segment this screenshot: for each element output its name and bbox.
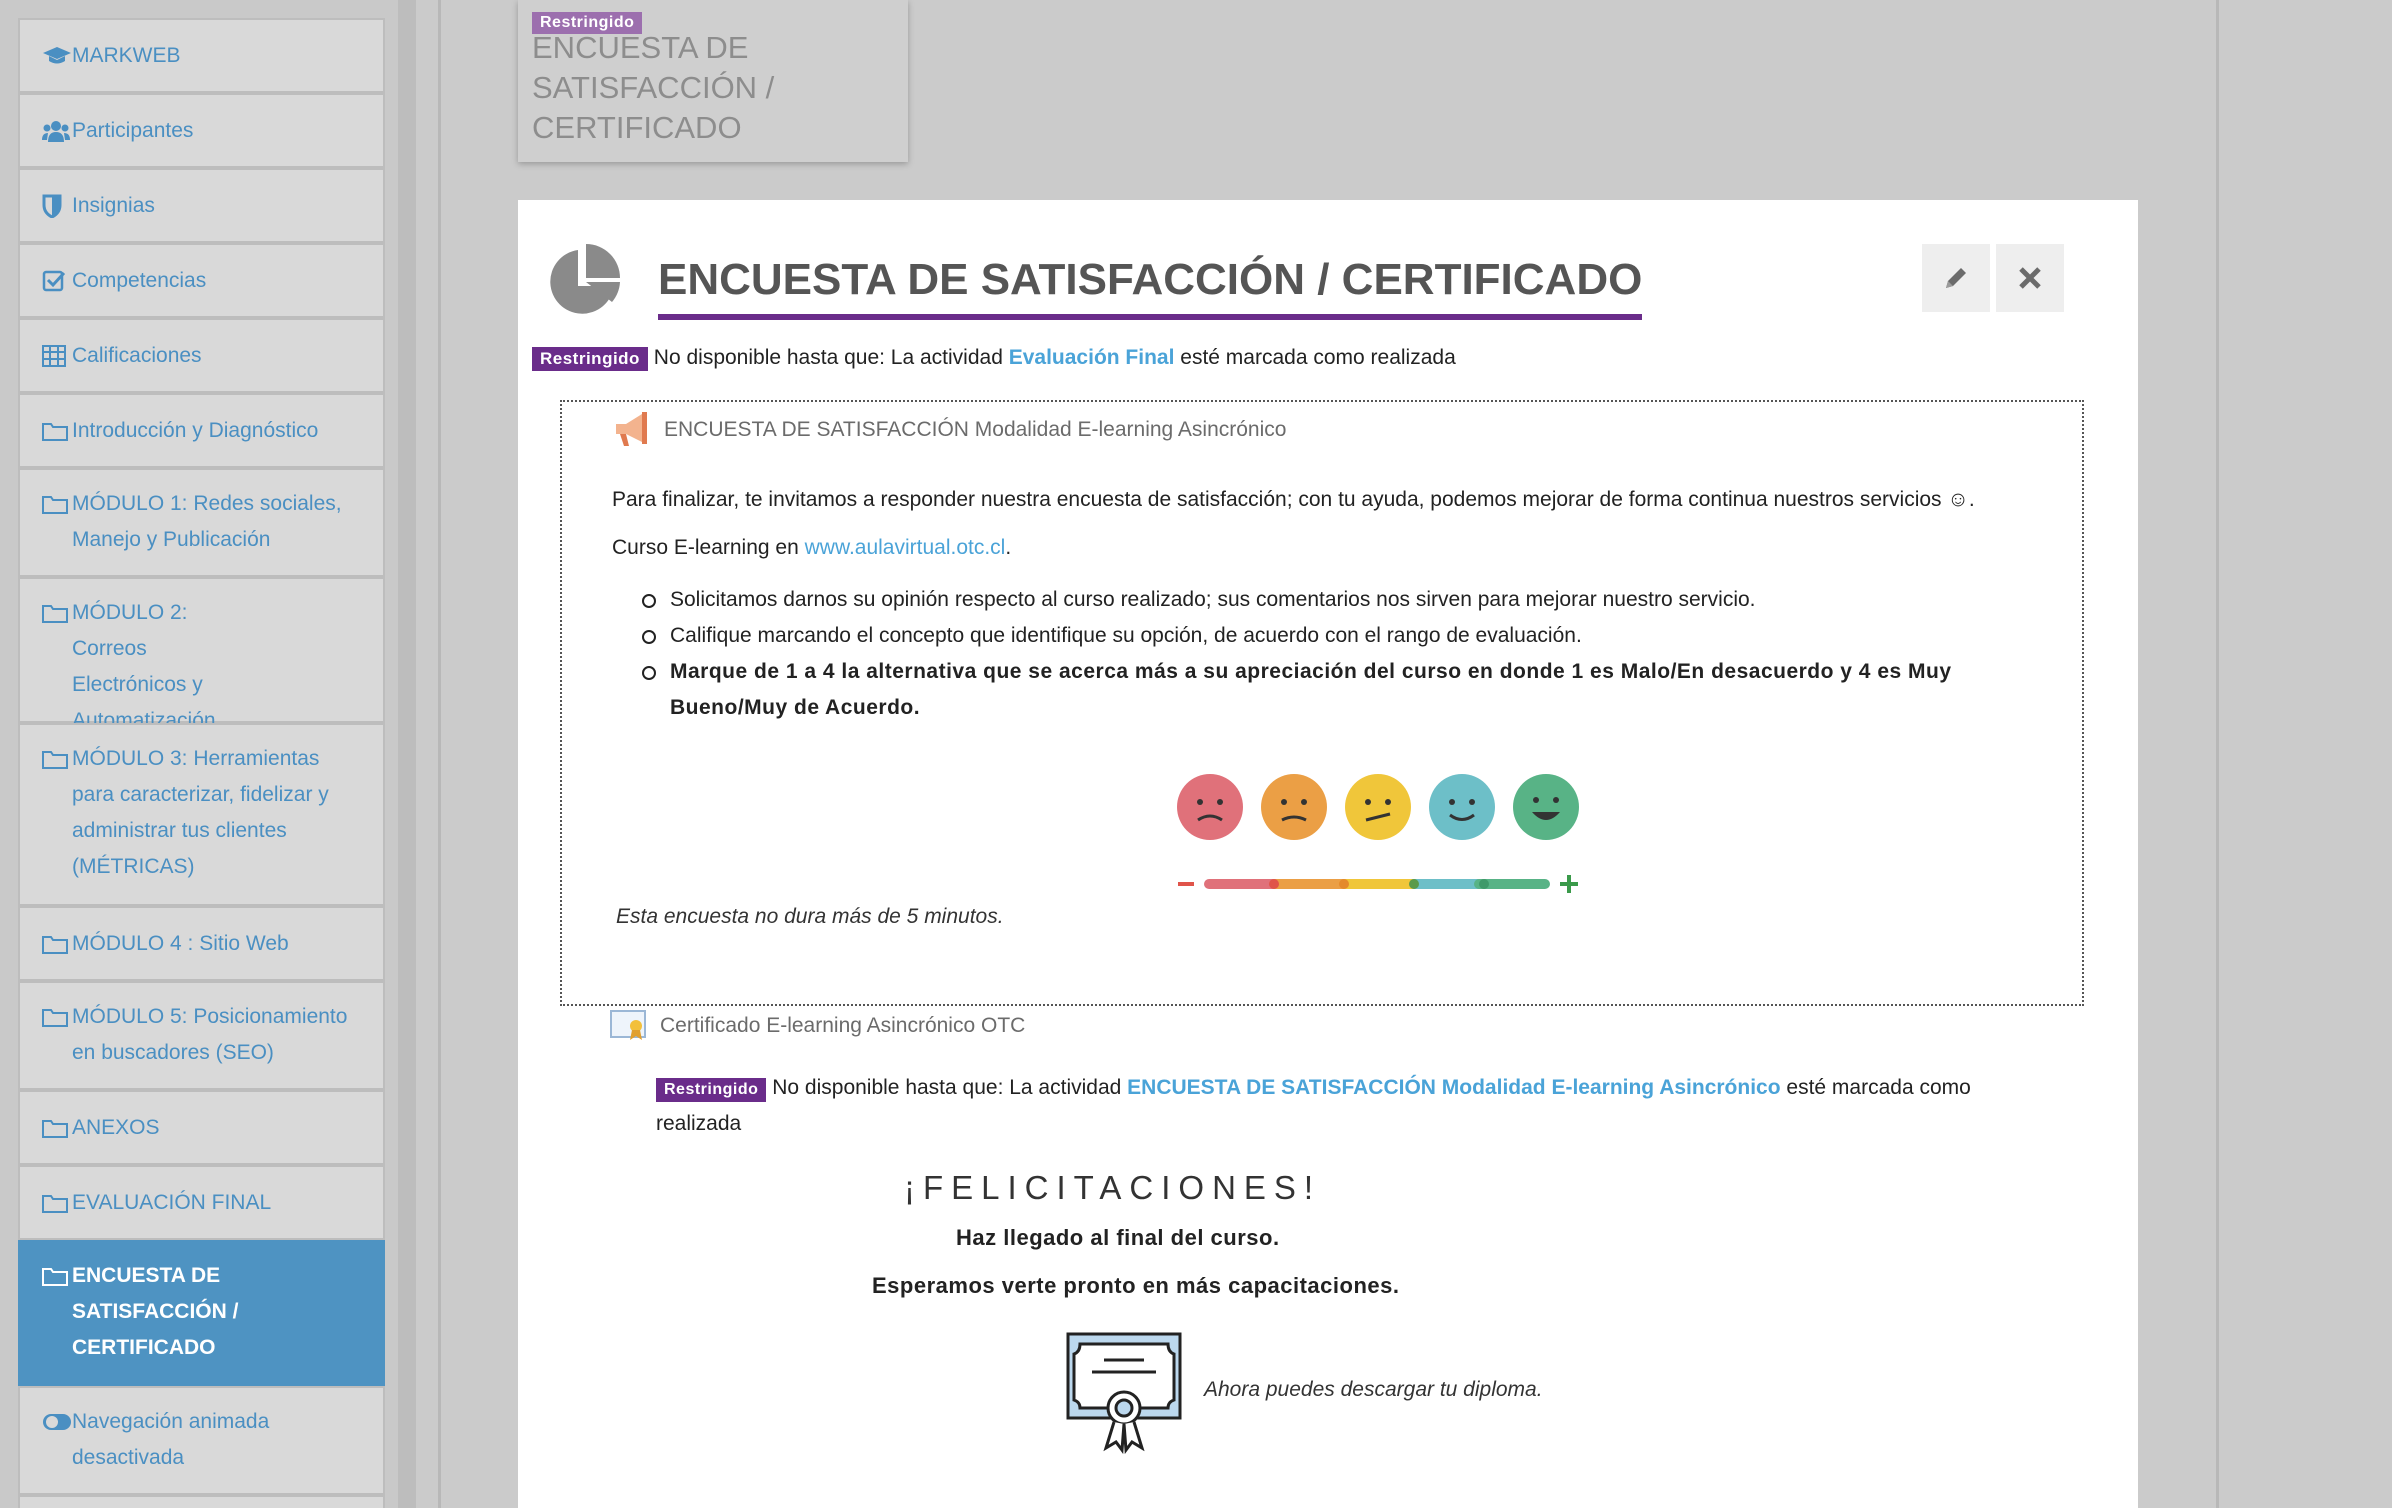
list-item: Marque de 1 a 4 la alternativa que se ac…	[642, 654, 2010, 726]
congrats-heading: ¡FELICITACIONES!	[904, 1169, 1322, 1206]
sidebar-scrollbar[interactable]	[398, 0, 416, 1508]
restricted-badge: Restringido	[532, 347, 648, 371]
folder-icon	[42, 999, 72, 1035]
see-you-soon-text: Esperamos verte pronto en más capacitaci…	[872, 1273, 1400, 1298]
checkbox-icon	[42, 263, 72, 299]
sidebar-item-insignias[interactable]: Insignias	[18, 168, 385, 243]
list-item: Solicitamos darnos su opinión respecto a…	[642, 582, 2010, 618]
megaphone-icon	[616, 412, 647, 446]
sidebar-item-modulo-4[interactable]: MÓDULO 4 : Sitio Web	[18, 906, 385, 981]
edit-button[interactable]	[1922, 244, 1990, 312]
sidebar-item-modulo-5[interactable]: MÓDULO 5: Posicionamiento en buscadores …	[18, 981, 385, 1090]
survey-activity-box: ENCUESTA DE SATISFACCIÓN Modalidad E-lea…	[560, 400, 2084, 1006]
section-restriction: Restringido No disponible hasta que: La …	[532, 342, 1456, 374]
folder-icon	[42, 1258, 72, 1294]
sidebar-item-modulo-1[interactable]: MÓDULO 1: Redes sociales, Manejo y Publi…	[18, 468, 385, 577]
table-icon	[42, 338, 72, 374]
list-item: Califique marcando el concepto que ident…	[642, 618, 2010, 654]
section-tile-title: ENCUESTA DE SATISFACCIÓN / CERTIFICADO	[532, 30, 775, 145]
graduation-cap-icon	[42, 38, 72, 74]
sidebar-item-modulo-2[interactable]: MÓDULO 2: Correos Electrónicos y Automat…	[18, 577, 385, 732]
survey-intro: Para finalizar, te invitamos a responder…	[612, 488, 1975, 511]
section-title: ENCUESTA DE SATISFACCIÓN / CERTIFICADO	[658, 252, 1643, 320]
survey-activity-link[interactable]: ENCUESTA DE SATISFACCIÓN Modalidad E-lea…	[612, 410, 1286, 450]
sidebar-item-navegacion-animada[interactable]: Navegación animada desactivada	[18, 1386, 385, 1495]
certificate-activity-link[interactable]: Certificado E-learning Asincrónico OTC	[610, 1006, 1025, 1046]
sidebar-item-participantes[interactable]: Participantes	[18, 93, 385, 168]
sidebar-item-calificaciones[interactable]: Calificaciones	[18, 318, 385, 393]
sidebar-item-anexos[interactable]: ANEXOS	[18, 1090, 385, 1165]
aulavirtual-link[interactable]: www.aulavirtual.otc.cl	[805, 536, 1006, 559]
folder-icon	[42, 595, 72, 631]
section-tile-encuesta[interactable]: Restringido ENCUESTA DE SATISFACCIÓN / C…	[518, 0, 908, 162]
sidebar-item-competencias[interactable]: Competencias	[18, 243, 385, 318]
rating-scale-bar	[1178, 875, 1578, 893]
sad-face-icon	[1261, 774, 1327, 840]
sidebar-item-encuesta[interactable]: ENCUESTA DE SATISFACCIÓN / CERTIFICADO	[18, 1240, 385, 1386]
pie-chart-icon	[550, 244, 620, 314]
users-icon	[42, 113, 72, 149]
download-diploma-text: Ahora puedes descargar tu diploma.	[1204, 1378, 1543, 1401]
restricted-badge: Restringido	[656, 1078, 767, 1102]
section-card: ENCUESTA DE SATISFACCIÓN / CERTIFICADO R…	[518, 200, 2138, 1508]
certificate-icon	[610, 1010, 646, 1040]
folder-icon	[42, 1185, 72, 1221]
sidebar-item-partial	[18, 1495, 385, 1508]
happy-face-icon	[1429, 774, 1495, 840]
folder-icon	[42, 926, 72, 962]
sidebar-item-evaluacion-final[interactable]: EVALUACIÓN FINAL	[18, 1165, 385, 1240]
content-divider-left	[438, 0, 441, 1508]
close-icon	[2019, 267, 2041, 289]
certificate-restriction: Restringido No disponible hasta que: La …	[656, 1076, 1971, 1135]
end-of-course-text: Haz llegado al final del curso.	[956, 1225, 1280, 1250]
pencil-icon	[1946, 268, 1966, 288]
sidebar-item-introduccion[interactable]: Introducción y Diagnóstico	[18, 393, 385, 468]
content-divider-right	[2216, 0, 2219, 1508]
course-index-sidebar: MARKWEB Participantes Insignias Competen…	[0, 0, 416, 1508]
neutral-face-icon	[1345, 774, 1411, 840]
very-happy-face-icon	[1513, 774, 1579, 840]
folder-icon	[42, 486, 72, 522]
very-sad-face-icon	[1177, 774, 1243, 840]
survey-course-line: Curso E-learning en www.aulavirtual.otc.…	[612, 536, 1012, 559]
sidebar-item-modulo-3[interactable]: MÓDULO 3: Herramientas para caracterizar…	[18, 723, 385, 906]
folder-icon	[42, 413, 72, 449]
diploma-icon	[1066, 1332, 1182, 1454]
folder-icon	[42, 741, 72, 777]
sidebar-item-markweb[interactable]: MARKWEB	[18, 18, 385, 93]
close-button[interactable]	[1996, 244, 2064, 312]
survey-duration-note: Esta encuesta no dura más de 5 minutos.	[616, 905, 1004, 928]
rating-faces	[1177, 774, 1579, 840]
toggle-icon	[42, 1404, 72, 1440]
encuesta-activity-link[interactable]: ENCUESTA DE SATISFACCIÓN Modalidad E-lea…	[1127, 1076, 1780, 1099]
shield-icon	[42, 188, 72, 224]
survey-instructions: Solicitamos darnos su opinión respecto a…	[642, 582, 2010, 726]
evaluacion-final-link[interactable]: Evaluación Final	[1009, 346, 1175, 369]
folder-icon	[42, 1110, 72, 1146]
